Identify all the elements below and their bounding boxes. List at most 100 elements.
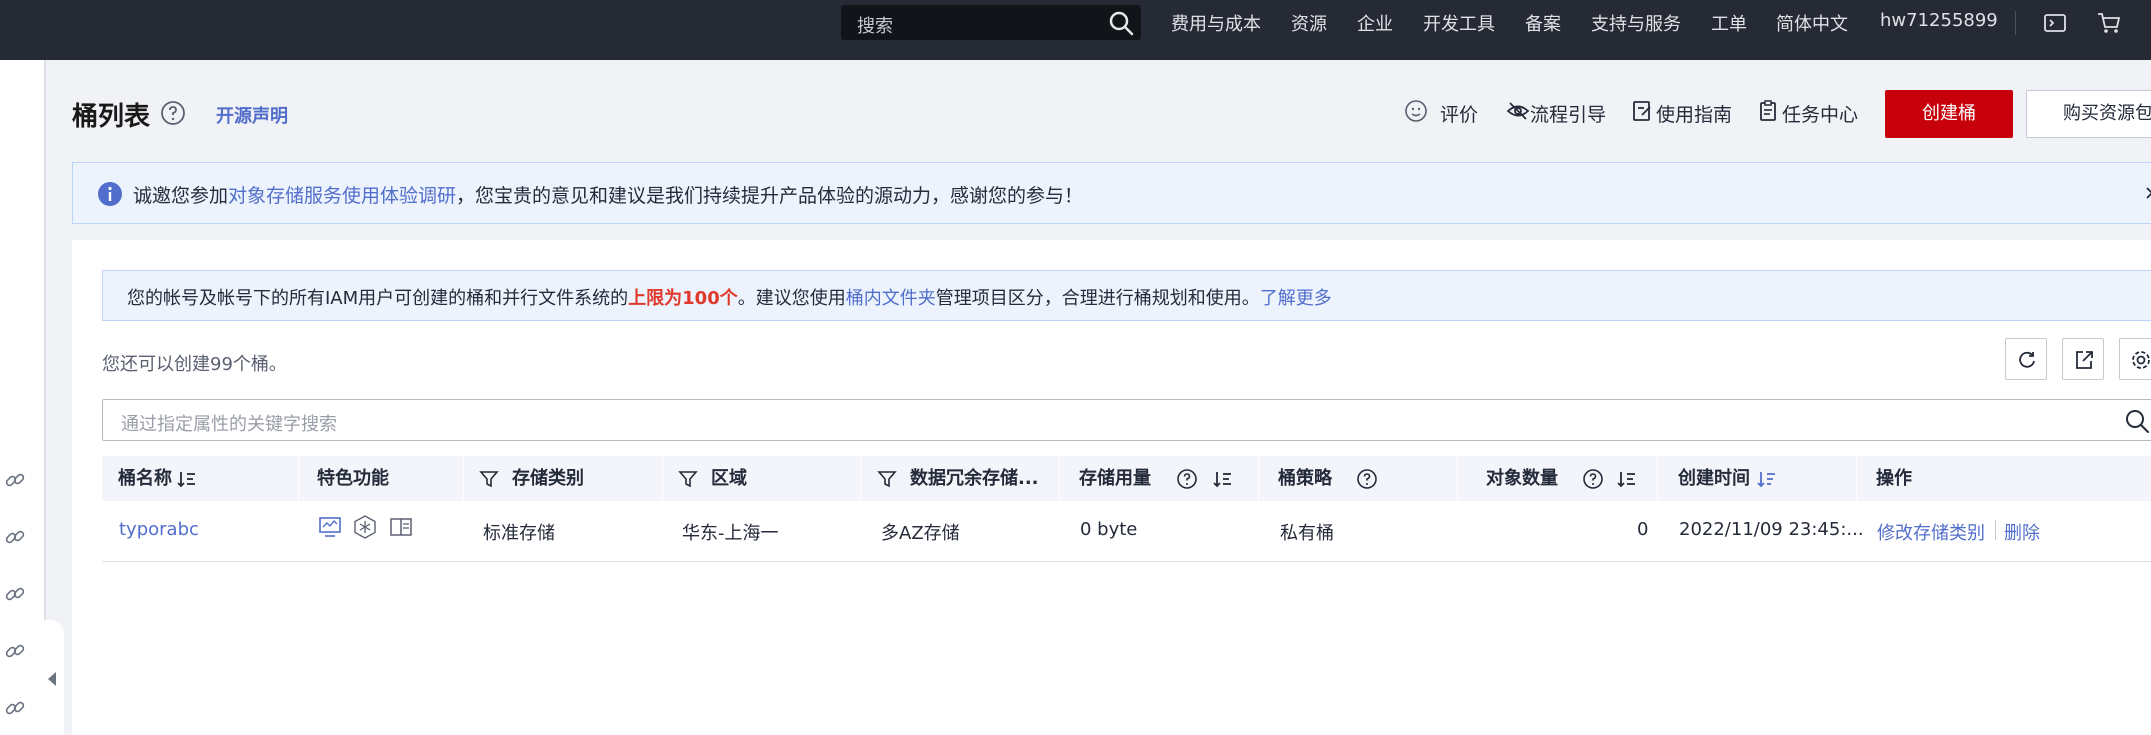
col-redundancy[interactable]: 数据冗余存储... bbox=[910, 456, 1039, 501]
table-header: 桶名称 特色功能 存储类别 区域 数据冗余存储... 存储用量 桶策略 对象数量… bbox=[102, 456, 2151, 501]
link-icon[interactable] bbox=[4, 583, 26, 605]
gear-icon bbox=[2132, 351, 2150, 369]
help-icon[interactable] bbox=[1176, 468, 1198, 490]
limit-highlight: 上限为100个 bbox=[628, 288, 738, 309]
folder-link[interactable]: 桶内文件夹 bbox=[846, 288, 936, 309]
link-icon[interactable] bbox=[4, 697, 26, 719]
col-features: 特色功能 bbox=[317, 468, 389, 489]
sort-icon[interactable] bbox=[176, 468, 198, 490]
column-divider bbox=[298, 456, 299, 501]
global-search-placeholder: 搜索 bbox=[857, 16, 893, 37]
column-divider bbox=[1657, 456, 1658, 501]
column-divider bbox=[463, 456, 464, 501]
user-guide-link[interactable]: 使用指南 bbox=[1656, 100, 1732, 127]
link-icon[interactable] bbox=[4, 640, 26, 662]
action-divider bbox=[1995, 520, 1996, 540]
survey-banner: 诚邀您参加对象存储服务使用体验调研，您宝贵的意见和建议是我们持续提升产品体验的源… bbox=[72, 162, 2151, 224]
col-created-time[interactable]: 创建时间 bbox=[1678, 456, 1750, 501]
column-divider bbox=[1059, 456, 1060, 501]
task-icon bbox=[1760, 100, 1776, 121]
link-icon[interactable] bbox=[4, 526, 26, 548]
keyword-search-input[interactable]: 通过指定属性的关键字搜索 bbox=[102, 399, 2151, 441]
split-view-icon bbox=[390, 518, 412, 536]
learn-more-link[interactable]: 了解更多 bbox=[1260, 288, 1332, 309]
help-icon[interactable] bbox=[1582, 468, 1604, 490]
nav-support[interactable]: 支持与服务 bbox=[1591, 10, 1681, 36]
filter-icon[interactable] bbox=[677, 468, 699, 490]
nav-username[interactable]: hw71255899 bbox=[1880, 10, 1998, 31]
nav-resources[interactable]: 资源 bbox=[1291, 10, 1327, 36]
column-divider bbox=[1258, 456, 1259, 501]
process-guide-link[interactable]: 流程引导 bbox=[1530, 100, 1606, 127]
table-row: typorabc 标准存储 华东-上海一 多AZ存储 0 byte 私有桶 0 … bbox=[102, 501, 2151, 562]
chevron-left-icon bbox=[48, 672, 56, 686]
bucket-limit-notice: 您的帐号及帐号下的所有IAM用户可创建的桶和并行文件系统的上限为100个。建议您… bbox=[102, 270, 2151, 321]
column-divider bbox=[860, 456, 861, 501]
help-icon[interactable] bbox=[160, 100, 186, 126]
eye-off-icon bbox=[1506, 102, 1530, 120]
cart-icon[interactable] bbox=[2096, 10, 2122, 36]
global-search[interactable]: 搜索 bbox=[841, 5, 1141, 40]
open-source-link[interactable]: 开源声明 bbox=[216, 102, 288, 128]
feedback-link[interactable]: 评价 bbox=[1440, 100, 1478, 127]
terminal-icon[interactable] bbox=[2042, 10, 2068, 36]
col-storage-class[interactable]: 存储类别 bbox=[512, 456, 584, 501]
created-time-cell: 2022/11/09 23:45:... bbox=[1679, 519, 1864, 540]
filter-icon[interactable] bbox=[478, 468, 500, 490]
nav-filing[interactable]: 备案 bbox=[1525, 10, 1561, 36]
limit-prefix: 您的帐号及帐号下的所有IAM用户可创建的桶和并行文件系统的 bbox=[127, 288, 629, 309]
redundancy-cell: 多AZ存储 bbox=[881, 523, 960, 544]
survey-text: 诚邀您参加对象存储服务使用体验调研，您宝贵的意见和建议是我们持续提升产品体验的源… bbox=[133, 181, 1083, 208]
snowflake-icon bbox=[354, 515, 376, 539]
search-icon[interactable] bbox=[2123, 407, 2151, 435]
survey-link[interactable]: 对象存储服务使用体验调研 bbox=[228, 185, 456, 207]
survey-suffix: ，您宝贵的意见和建议是我们持续提升产品体验的源动力，感谢您的参与！ bbox=[456, 185, 1084, 207]
change-storage-class-link[interactable]: 修改存储类别 bbox=[1877, 519, 1985, 545]
buy-resource-package-button[interactable]: 购买资源包 bbox=[2026, 90, 2151, 138]
link-icon[interactable] bbox=[4, 469, 26, 491]
survey-prefix: 诚邀您参加 bbox=[133, 185, 229, 207]
col-actions: 操作 bbox=[1876, 468, 1912, 489]
region-cell: 华东-上海一 bbox=[682, 523, 779, 544]
create-bucket-button[interactable]: 创建桶 bbox=[1885, 90, 2013, 138]
nav-tickets[interactable]: 工单 bbox=[1711, 10, 1747, 36]
search-icon[interactable] bbox=[1107, 9, 1135, 37]
nav-enterprise[interactable]: 企业 bbox=[1357, 10, 1393, 36]
col-region[interactable]: 区域 bbox=[711, 456, 747, 501]
nav-cost[interactable]: 费用与成本 bbox=[1171, 10, 1261, 36]
topbar-divider bbox=[2015, 11, 2016, 35]
settings-button[interactable] bbox=[2119, 338, 2151, 380]
nav-dev-tools[interactable]: 开发工具 bbox=[1423, 10, 1495, 36]
export-button[interactable] bbox=[2062, 338, 2104, 380]
delete-link[interactable]: 删除 bbox=[2004, 519, 2040, 545]
object-count-cell: 0 bbox=[1637, 519, 1649, 540]
col-storage-usage[interactable]: 存储用量 bbox=[1079, 456, 1151, 501]
col-object-count[interactable]: 对象数量 bbox=[1486, 456, 1558, 501]
sort-active-icon[interactable] bbox=[1756, 468, 1778, 490]
refresh-button[interactable] bbox=[2005, 338, 2047, 380]
refresh-icon bbox=[2019, 351, 2035, 368]
monitor-icon bbox=[319, 517, 341, 537]
limit-middle: 。建议您使用 bbox=[737, 288, 846, 309]
task-center-link[interactable]: 任务中心 bbox=[1782, 100, 1858, 127]
help-icon[interactable] bbox=[1356, 468, 1378, 490]
top-navigation-bar: 搜索 费用与成本 资源 企业 开发工具 备案 支持与服务 工单 简体中文 hw7… bbox=[0, 0, 2151, 60]
remaining-buckets-text: 您还可以创建99个桶。 bbox=[102, 354, 287, 375]
keyword-search-placeholder: 通过指定属性的关键字搜索 bbox=[121, 414, 337, 435]
bucket-name-link[interactable]: typorabc bbox=[119, 519, 199, 540]
nav-language[interactable]: 简体中文 bbox=[1776, 10, 1848, 36]
col-bucket-name[interactable]: 桶名称 bbox=[118, 456, 172, 501]
info-icon bbox=[98, 182, 122, 206]
storage-usage-cell: 0 byte bbox=[1080, 519, 1138, 540]
bucket-policy-cell: 私有桶 bbox=[1280, 523, 1334, 544]
export-icon bbox=[2076, 351, 2093, 369]
column-divider bbox=[1457, 456, 1458, 501]
limit-middle2: 管理项目区分，合理进行桶规划和使用。 bbox=[935, 288, 1260, 309]
smile-icon bbox=[1405, 100, 1427, 122]
page-title: 桶列表 bbox=[72, 102, 151, 132]
close-icon[interactable] bbox=[2144, 185, 2151, 201]
storage-class-cell: 标准存储 bbox=[483, 523, 555, 544]
sort-icon[interactable] bbox=[1616, 468, 1638, 490]
filter-icon[interactable] bbox=[876, 468, 898, 490]
sort-icon[interactable] bbox=[1212, 468, 1234, 490]
